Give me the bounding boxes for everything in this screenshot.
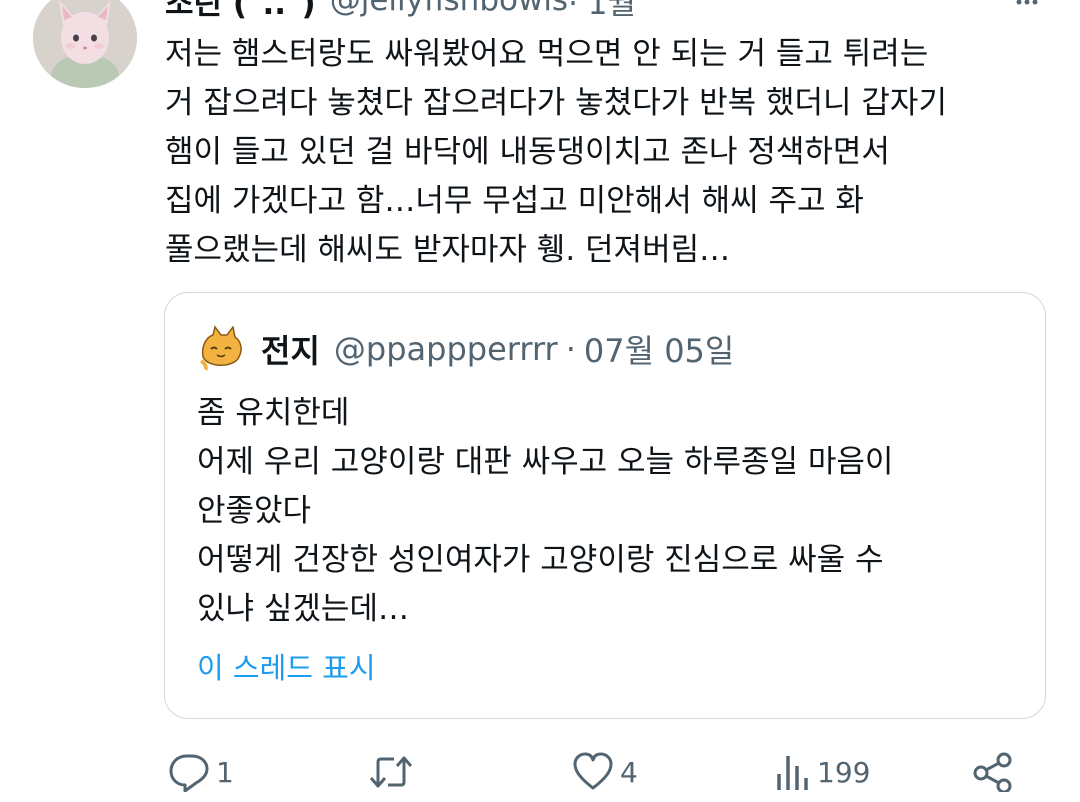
like-button[interactable]: 4 (572, 752, 638, 792)
post-text: 저는 햄스터랑도 싸워봤어요 먹으면 안 되는 거 들고 튀려는 거 잡으려다 … (165, 36, 947, 268)
quote-text: 좀 유치한데 어제 우리 고양이랑 대판 싸우고 오늘 하루종일 마음이 안좋았… (197, 395, 894, 627)
views-button[interactable]: 199 (775, 752, 870, 792)
action-bar: 1 4 199 (0, 752, 1080, 802)
share-icon (972, 752, 1014, 792)
quote-author-name[interactable]: 전지 (261, 326, 320, 372)
author-avatar[interactable] (33, 0, 137, 88)
more-dots-icon[interactable] (1015, 0, 1039, 12)
post-time[interactable]: · 1월 (568, 0, 636, 23)
share-button[interactable] (972, 752, 1014, 792)
post-header: 조린 (˘..˘) @jellyfishbowls · 1월 (165, 0, 636, 22)
quote-separator: · (565, 330, 576, 368)
repost-icon (368, 752, 414, 792)
quote-header: 전지 @ppappperrrr · 07월 05일 (261, 327, 734, 371)
quote-author-handle[interactable]: @ppappperrrr (334, 330, 558, 368)
views-icon (775, 752, 811, 792)
heart-icon (572, 752, 614, 792)
quote-date[interactable]: 07월 05일 (584, 326, 735, 372)
author-handle[interactable]: @jellyfishbowls (330, 0, 568, 18)
quoted-post-card[interactable]: 전지 @ppappperrrr · 07월 05일 좀 유치한데 어제 우리 고… (164, 292, 1046, 719)
author-name[interactable]: 조린 (˘..˘) (165, 0, 316, 23)
show-thread-link[interactable]: 이 스레드 표시 (197, 645, 376, 687)
quote-author-avatar (195, 323, 247, 375)
reply-button[interactable]: 1 (168, 752, 234, 792)
reply-count: 1 (216, 755, 234, 789)
like-count: 4 (620, 755, 638, 789)
doll-avatar-image (33, 0, 137, 88)
cat-avatar-image (195, 323, 247, 375)
reply-icon (168, 752, 210, 792)
repost-button[interactable] (368, 752, 414, 792)
views-count: 199 (817, 755, 871, 789)
